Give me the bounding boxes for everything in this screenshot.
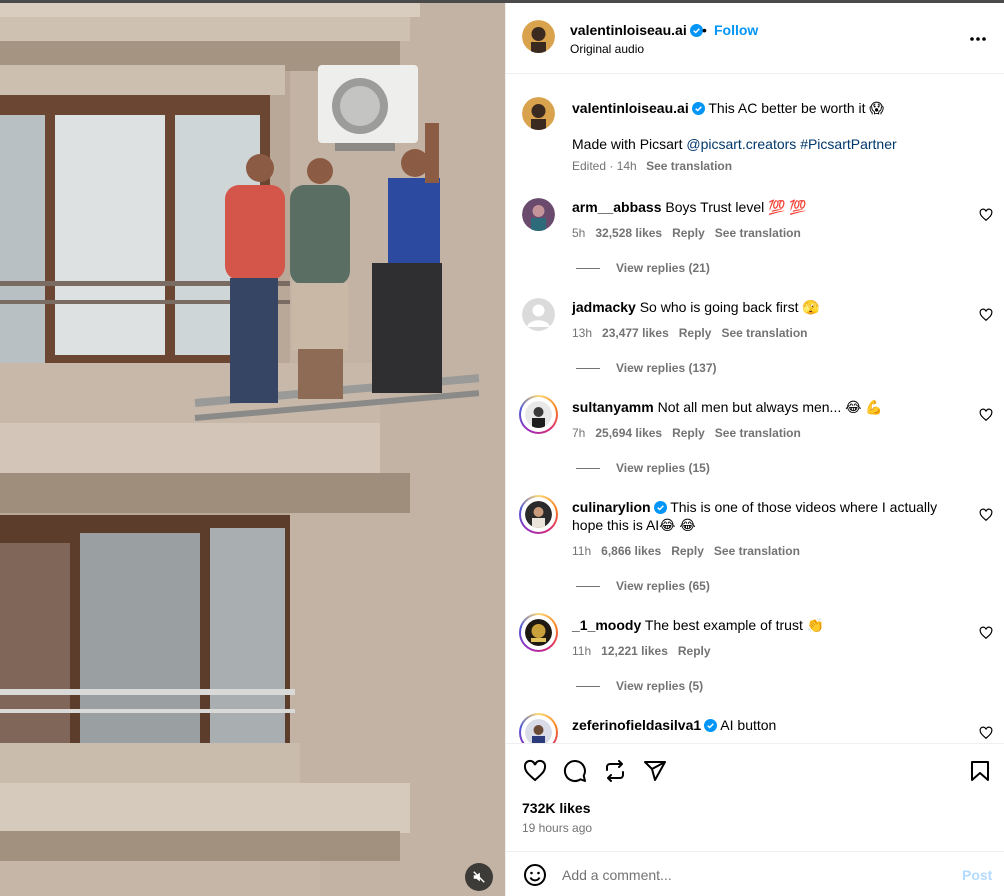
reply-button[interactable]: Reply [672, 226, 705, 240]
header-separator: • [702, 22, 707, 38]
caption-time: Edited · 14h [572, 159, 637, 173]
reply-button[interactable]: Reply [679, 326, 712, 340]
hashtag-link[interactable]: #PicsartPartner [800, 136, 896, 152]
verified-badge-icon [653, 501, 667, 514]
like-heart-icon[interactable] [523, 759, 547, 783]
speaker-muted-icon [473, 871, 485, 883]
likes-count[interactable]: 732K likes [522, 800, 591, 816]
caption-prefix: Made with Picsart [572, 136, 687, 152]
caption-text: This AC better be worth it 😱 [708, 100, 885, 116]
verified-badge-icon [691, 102, 705, 115]
comment-time[interactable]: 5h [572, 226, 585, 240]
comment-text: AI button [720, 717, 777, 733]
comment-avatar[interactable] [525, 619, 552, 646]
comment-text: Not all men but always men... 😂 💪 [657, 399, 883, 415]
like-comment-heart-icon[interactable] [979, 308, 993, 322]
see-translation-button[interactable]: See translation [714, 544, 800, 558]
comment-composer: Post [506, 851, 1004, 896]
post-comment-button[interactable]: Post [962, 867, 992, 883]
author-avatar[interactable] [522, 20, 555, 53]
reply-button[interactable]: Reply [678, 644, 711, 658]
comment-meta: 11h 6,866 likes Reply See translation [572, 544, 810, 558]
comment-time[interactable]: 7h [572, 426, 585, 440]
view-replies-button[interactable]: View replies (137) [572, 361, 717, 375]
comment-username[interactable]: sultanyamm [572, 399, 654, 415]
follow-button[interactable]: Follow [714, 22, 758, 38]
comment-username[interactable]: jadmacky [572, 299, 636, 315]
comment-body: culinarylion This is one of those videos… [572, 498, 972, 534]
comment-body: jadmacky So who is going back first 🫣 [572, 298, 972, 316]
video-frame [0, 3, 505, 896]
comment-body: arm__abbass Boys Trust level 💯 💯 [572, 198, 972, 216]
comment-likes[interactable]: 23,477 likes [602, 326, 669, 340]
share-send-icon[interactable] [643, 759, 667, 783]
like-comment-heart-icon[interactable] [979, 626, 993, 640]
comment-body: sultanyamm Not all men but always men...… [572, 398, 972, 416]
view-replies-button[interactable]: View replies (15) [572, 461, 710, 475]
comment-body: _1_moody The best example of trust 👏 [572, 616, 972, 634]
author-username[interactable]: valentinloiseau.ai [570, 22, 703, 38]
mute-button[interactable] [465, 863, 493, 891]
comment-likes[interactable]: 32,528 likes [595, 226, 662, 240]
comment-body: zeferinofieldasilva1 AI button [572, 716, 972, 734]
comment-time[interactable]: 11h [572, 644, 591, 658]
emoji-icon[interactable] [523, 863, 547, 887]
more-options-icon[interactable] [968, 29, 988, 49]
view-replies-button[interactable]: View replies (5) [572, 679, 703, 693]
comment-username[interactable]: zeferinofieldasilva1 [572, 717, 701, 733]
see-translation-button[interactable]: See translation [715, 426, 801, 440]
comments-list[interactable]: valentinloiseau.ai This AC better be wor… [506, 75, 1004, 743]
like-comment-heart-icon[interactable] [979, 508, 993, 522]
reply-button[interactable]: Reply [671, 544, 704, 558]
mention-link[interactable]: @picsart.creators [686, 136, 796, 152]
comment-username[interactable]: arm__abbass [572, 199, 662, 215]
caption-author-avatar[interactable] [522, 97, 555, 130]
comment-text: Boys Trust level 💯 💯 [665, 199, 807, 215]
like-comment-heart-icon[interactable] [979, 408, 993, 422]
see-translation-button[interactable]: See translation [715, 226, 801, 240]
reply-button[interactable]: Reply [672, 426, 705, 440]
comment-avatar[interactable] [522, 198, 555, 231]
comment-likes[interactable]: 12,221 likes [601, 644, 668, 658]
view-replies-button[interactable]: View replies (65) [572, 579, 710, 593]
comment-input[interactable] [562, 864, 942, 886]
comment-avatar[interactable] [525, 719, 552, 743]
audio-label[interactable]: Original audio [570, 42, 644, 56]
comment-time[interactable]: 11h [572, 544, 591, 558]
caption-line-2: Made with Picsart @picsart.creators #Pic… [572, 135, 897, 153]
caption-meta: Edited · 14h See translation [572, 159, 732, 173]
comment-meta: 13h 23,477 likes Reply See translation [572, 326, 817, 340]
like-comment-heart-icon[interactable] [979, 726, 993, 740]
comment-bubble-icon[interactable] [563, 759, 587, 783]
comment-text: The best example of trust 👏 [644, 617, 825, 633]
verified-badge-icon [689, 24, 703, 37]
comment-time[interactable]: 13h [572, 326, 592, 340]
see-translation-button[interactable]: See translation [721, 326, 807, 340]
comment-meta: 11h 12,221 likes Reply [572, 644, 721, 658]
caption-username[interactable]: valentinloiseau.ai [572, 100, 689, 116]
comment-avatar[interactable] [522, 298, 555, 331]
comment-avatar[interactable] [525, 501, 552, 528]
save-bookmark-icon[interactable] [968, 759, 992, 783]
comment-text: So who is going back first 🫣 [639, 299, 820, 315]
comment-likes[interactable]: 6,866 likes [601, 544, 661, 558]
caption: valentinloiseau.ai This AC better be wor… [572, 99, 982, 117]
post-actions: 732K likes 19 hours ago [506, 743, 1004, 851]
post-header: valentinloiseau.ai • Follow Original aud… [506, 3, 1004, 74]
comment-meta: 7h 25,694 likes Reply See translation [572, 426, 811, 440]
like-comment-heart-icon[interactable] [979, 208, 993, 222]
post-video[interactable] [0, 3, 505, 896]
repost-icon[interactable] [603, 759, 627, 783]
post-time: 19 hours ago [522, 821, 593, 835]
comment-username[interactable]: culinarylion [572, 499, 651, 515]
comment-meta: 5h 32,528 likes Reply See translation [572, 226, 811, 240]
view-replies-button[interactable]: View replies (21) [572, 261, 710, 275]
comment-username[interactable]: _1_moody [572, 617, 641, 633]
post-details-panel: valentinloiseau.ai • Follow Original aud… [505, 3, 1004, 896]
caption-see-translation[interactable]: See translation [646, 159, 732, 173]
verified-badge-icon [704, 719, 718, 732]
comment-avatar[interactable] [525, 401, 552, 428]
comment-likes[interactable]: 25,694 likes [595, 426, 662, 440]
